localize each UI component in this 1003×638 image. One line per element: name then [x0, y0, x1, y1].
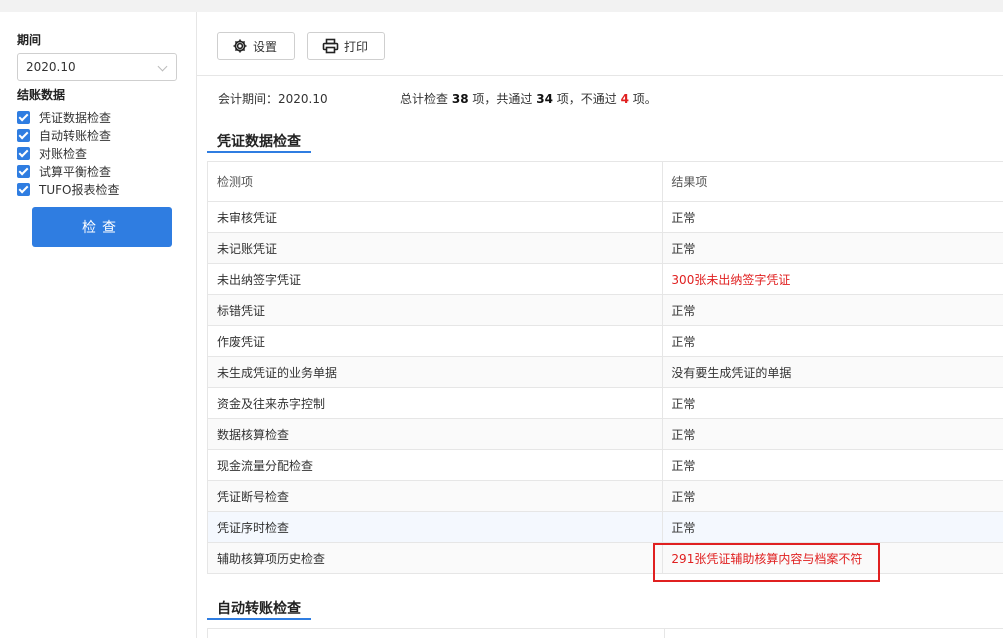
print-label: 打印: [344, 39, 369, 54]
column-header-result: 结果项: [671, 175, 708, 189]
table-row: 辅助核算项历史检查 291张凭证辅助核算内容与档案不符: [207, 543, 1003, 574]
row-result: 正常: [671, 241, 696, 256]
section-title-voucher-check: 凭证数据检查: [207, 131, 311, 153]
summary-failed: 4: [620, 92, 629, 106]
row-item: 现金流量分配检查: [208, 450, 664, 480]
voucher-check-table: 检测项 结果项 未审核凭证 正常 未记账凭证 正常 未出纳签字凭证 300张未出…: [207, 161, 1003, 574]
column-divider: [664, 629, 665, 638]
row-item: 未出纳签字凭证: [208, 264, 664, 294]
checkbox-checked-icon[interactable]: [17, 128, 30, 142]
check-item-label: 试算平衡检查: [39, 164, 112, 179]
section-title-auto-transfer-check: 自动转账检查: [207, 598, 311, 620]
table-row: 未生成凭证的业务单据 没有要生成凭证的单据: [207, 357, 1003, 388]
row-result-error: 300张未出纳签字凭证: [671, 272, 791, 287]
table-row: 未审核凭证 正常: [207, 202, 1003, 233]
table-row: 未记账凭证 正常: [207, 233, 1003, 264]
period-select-value: 2020.10: [26, 60, 76, 74]
check-summary: 总计检查 38 项，共通过 34 项，不通过 4 项。: [400, 90, 657, 107]
period-select[interactable]: 2020.10: [17, 53, 177, 81]
table-row-highlighted: 凭证序时检查 正常: [207, 512, 1003, 543]
row-result: 正常: [671, 334, 696, 349]
check-list: 凭证数据检查 自动转账检查 对账检查 试算平衡检查 TUFO报表检查: [17, 108, 187, 198]
error-highlight-box: [653, 543, 880, 582]
check-item-tufo-report[interactable]: TUFO报表检查: [17, 180, 187, 198]
table-row: 凭证断号检查 正常: [207, 481, 1003, 512]
closing-data-label: 结账数据: [17, 88, 66, 102]
summary-mid1: 项，共通过: [472, 92, 533, 106]
toolbar: 设置 打印: [197, 12, 1003, 76]
check-item-label: 凭证数据检查: [39, 110, 112, 125]
row-item: 辅助核算项历史检查: [208, 543, 664, 573]
checkbox-checked-icon[interactable]: [17, 182, 30, 196]
row-result: 正常: [671, 489, 696, 504]
check-item-auto-transfer[interactable]: 自动转账检查: [17, 126, 187, 144]
table-header-row: 检测项 结果项: [207, 162, 1003, 202]
row-item: 数据核算检查: [208, 419, 664, 449]
check-item-label: 自动转账检查: [39, 128, 112, 143]
row-result: 正常: [671, 303, 696, 318]
row-result: 正常: [671, 458, 696, 473]
row-item: 未生成凭证的业务单据: [208, 357, 664, 387]
check-item-label: 对账检查: [39, 146, 88, 161]
check-item-voucher-data[interactable]: 凭证数据检查: [17, 108, 187, 126]
check-button[interactable]: 检查: [32, 207, 172, 247]
row-item: 作废凭证: [208, 326, 664, 356]
checkbox-checked-icon[interactable]: [17, 146, 30, 160]
sidebar: 期间 2020.10 结账数据 凭证数据检查 自动转账检查 对账检查 试算平衡检…: [0, 12, 197, 638]
printer-icon: [322, 38, 339, 54]
row-item: 资金及往来赤字控制: [208, 388, 664, 418]
table-row: 未出纳签字凭证 300张未出纳签字凭证: [207, 264, 1003, 295]
main-panel: 设置 打印 会计期间：2020.10 总计检查 38 项，共通过 34 项，不通…: [197, 12, 1003, 638]
row-item: 标错凭证: [208, 295, 664, 325]
settings-button[interactable]: 设置: [217, 32, 295, 60]
summary-total: 38: [451, 92, 469, 106]
check-item-reconciliation[interactable]: 对账检查: [17, 144, 187, 162]
table-row: 标错凭证 正常: [207, 295, 1003, 326]
row-result: 正常: [671, 210, 696, 225]
checkbox-checked-icon[interactable]: [17, 110, 30, 124]
settings-label: 设置: [253, 39, 278, 54]
check-item-label: TUFO报表检查: [39, 182, 120, 197]
table-row: 作废凭证 正常: [207, 326, 1003, 357]
checkbox-checked-icon[interactable]: [17, 164, 30, 178]
row-item: 未记账凭证: [208, 233, 664, 263]
row-result: 正常: [671, 427, 696, 442]
gear-icon: [233, 39, 247, 53]
print-button[interactable]: 打印: [307, 32, 385, 60]
period-label: 期间: [17, 33, 42, 47]
accounting-period-text: 会计期间：2020.10: [218, 92, 328, 106]
row-item: 未审核凭证: [208, 202, 664, 232]
table-row: 现金流量分配检查 正常: [207, 450, 1003, 481]
row-item: 凭证断号检查: [208, 481, 664, 511]
summary-mid2: 项，不通过: [556, 92, 617, 106]
row-result: 没有要生成凭证的单据: [671, 365, 792, 380]
summary-prefix: 总计检查: [400, 92, 449, 106]
row-item: 凭证序时检查: [208, 512, 664, 542]
summary-passed: 34: [536, 92, 553, 106]
check-item-trial-balance[interactable]: 试算平衡检查: [17, 162, 187, 180]
auto-transfer-table: [207, 628, 1003, 638]
row-result: 正常: [671, 520, 696, 535]
table-row: 资金及往来赤字控制 正常: [207, 388, 1003, 419]
summary-suffix: 项。: [632, 92, 657, 106]
table-row: 数据核算检查 正常: [207, 419, 1003, 450]
column-header-item: 检测项: [208, 162, 664, 201]
chevron-down-icon: [157, 61, 168, 72]
top-strip: [0, 0, 1003, 12]
row-result: 正常: [671, 396, 696, 411]
